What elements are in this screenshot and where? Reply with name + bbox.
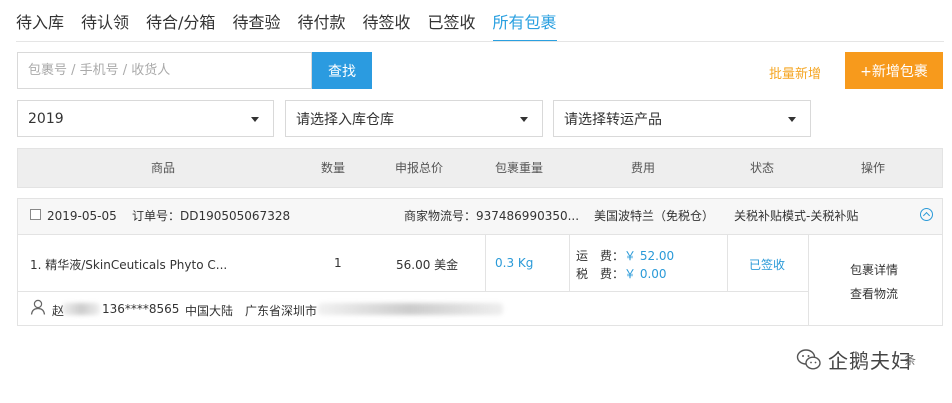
tabs-divider — [16, 41, 944, 42]
order-card: 2019-05-05 订单号：DD190505067328 商家物流号：9374… — [17, 198, 943, 326]
watermark: 企鹅夫妇 条 — [796, 345, 916, 374]
order-date: 2019-05-05 — [47, 209, 117, 223]
search-input[interactable] — [18, 53, 311, 88]
tab-pending-receipt[interactable]: 待签收 — [362, 6, 410, 40]
warehouse-select[interactable]: 请选择入库仓库 — [285, 100, 543, 137]
warehouse-select-value: 请选择入库仓库 — [296, 111, 394, 128]
header-fees: 费用 — [630, 161, 655, 175]
chevron-down-icon — [520, 117, 528, 122]
column-divider — [808, 234, 809, 326]
header-operations: 操作 — [860, 161, 885, 175]
package-weight: 0.3 Kg — [495, 256, 534, 270]
item-name[interactable]: 1. 精华液/SkinCeuticals Phyto C... — [30, 256, 227, 273]
shipping-fee-label: 运 费： — [576, 249, 625, 263]
column-divider — [569, 234, 570, 291]
item-declared-value: 56.00 美金 — [396, 258, 459, 272]
order-number: 订单号：DD190505067328 — [132, 209, 291, 223]
header-product: 商品 — [150, 161, 175, 175]
chevron-down-icon — [788, 117, 796, 122]
recipient-country: 中国大陆 — [185, 304, 234, 318]
year-select[interactable]: 2019 — [17, 100, 274, 137]
tab-pending-inspection[interactable]: 待查验 — [232, 6, 280, 40]
redacted-name — [62, 303, 100, 315]
tax-fee: 税 费：￥ 0.00 — [576, 265, 667, 282]
status-tabs: 待入库 待认领 待合/分箱 待查验 待付款 待签收 已签收 所有包裹 — [16, 6, 574, 42]
watermark-text: 企鹅夫妇 — [828, 349, 912, 373]
order-checkbox[interactable] — [30, 209, 41, 220]
order-header: 2019-05-05 订单号：DD190505067328 商家物流号：9374… — [18, 199, 942, 235]
tax-fee-label: 税 费： — [576, 267, 625, 281]
product-select-value: 请选择转运产品 — [564, 111, 662, 128]
redacted-address — [318, 303, 503, 315]
column-divider — [727, 234, 728, 291]
item-quantity: 1 — [334, 256, 342, 270]
tab-received[interactable]: 已签收 — [427, 6, 475, 40]
tab-pending-payment[interactable]: 待付款 — [297, 6, 345, 40]
table-header: 商品 数量 申报总价 包裹重量 费用 状态 操作 — [17, 148, 943, 188]
status-badge: 已签收 — [749, 258, 786, 272]
header-quantity: 数量 — [320, 161, 345, 175]
search-field — [17, 52, 312, 89]
header-declared-value: 申报总价 — [394, 161, 443, 175]
header-weight: 包裹重量 — [494, 161, 543, 175]
wechat-icon — [796, 348, 821, 370]
search-button[interactable]: 查找 — [312, 52, 372, 89]
user-icon — [30, 299, 46, 315]
shipping-fee-value: ￥ 52.00 — [624, 249, 675, 263]
recipient-address: 广东省深圳市 — [245, 304, 318, 318]
product-select[interactable]: 请选择转运产品 — [553, 100, 811, 137]
tab-pending-claim[interactable]: 待认领 — [81, 6, 129, 40]
header-status: 状态 — [749, 161, 774, 175]
batch-add-link[interactable]: 批量新增 — [769, 63, 821, 82]
tab-pending-merge-split[interactable]: 待合/分箱 — [146, 6, 215, 40]
order-route: 美国波特兰（免税仓） — [594, 209, 715, 223]
row-divider — [18, 291, 808, 292]
order-mode: 关税补贴模式-关税补贴 — [734, 209, 859, 223]
add-package-button[interactable]: +新增包裹 — [845, 52, 943, 89]
collapse-icon[interactable] — [920, 208, 933, 221]
year-select-value: 2019 — [28, 110, 64, 127]
view-tracking-link[interactable]: 查看物流 — [850, 285, 898, 302]
watermark-suffix: 条 — [904, 353, 917, 367]
tax-fee-value: ￥ 0.00 — [624, 267, 667, 281]
recipient-phone: 136****8565 — [102, 302, 180, 316]
tab-pending-inbound[interactable]: 待入库 — [16, 6, 64, 40]
merchant-tracking: 商家物流号：937486990350... — [404, 209, 580, 223]
shipping-fee: 运 费：￥ 52.00 — [576, 247, 674, 264]
tab-all-packages[interactable]: 所有包裹 — [492, 6, 557, 42]
package-detail-link[interactable]: 包裹详情 — [850, 261, 898, 278]
chevron-down-icon — [251, 117, 259, 122]
column-divider — [485, 234, 486, 291]
